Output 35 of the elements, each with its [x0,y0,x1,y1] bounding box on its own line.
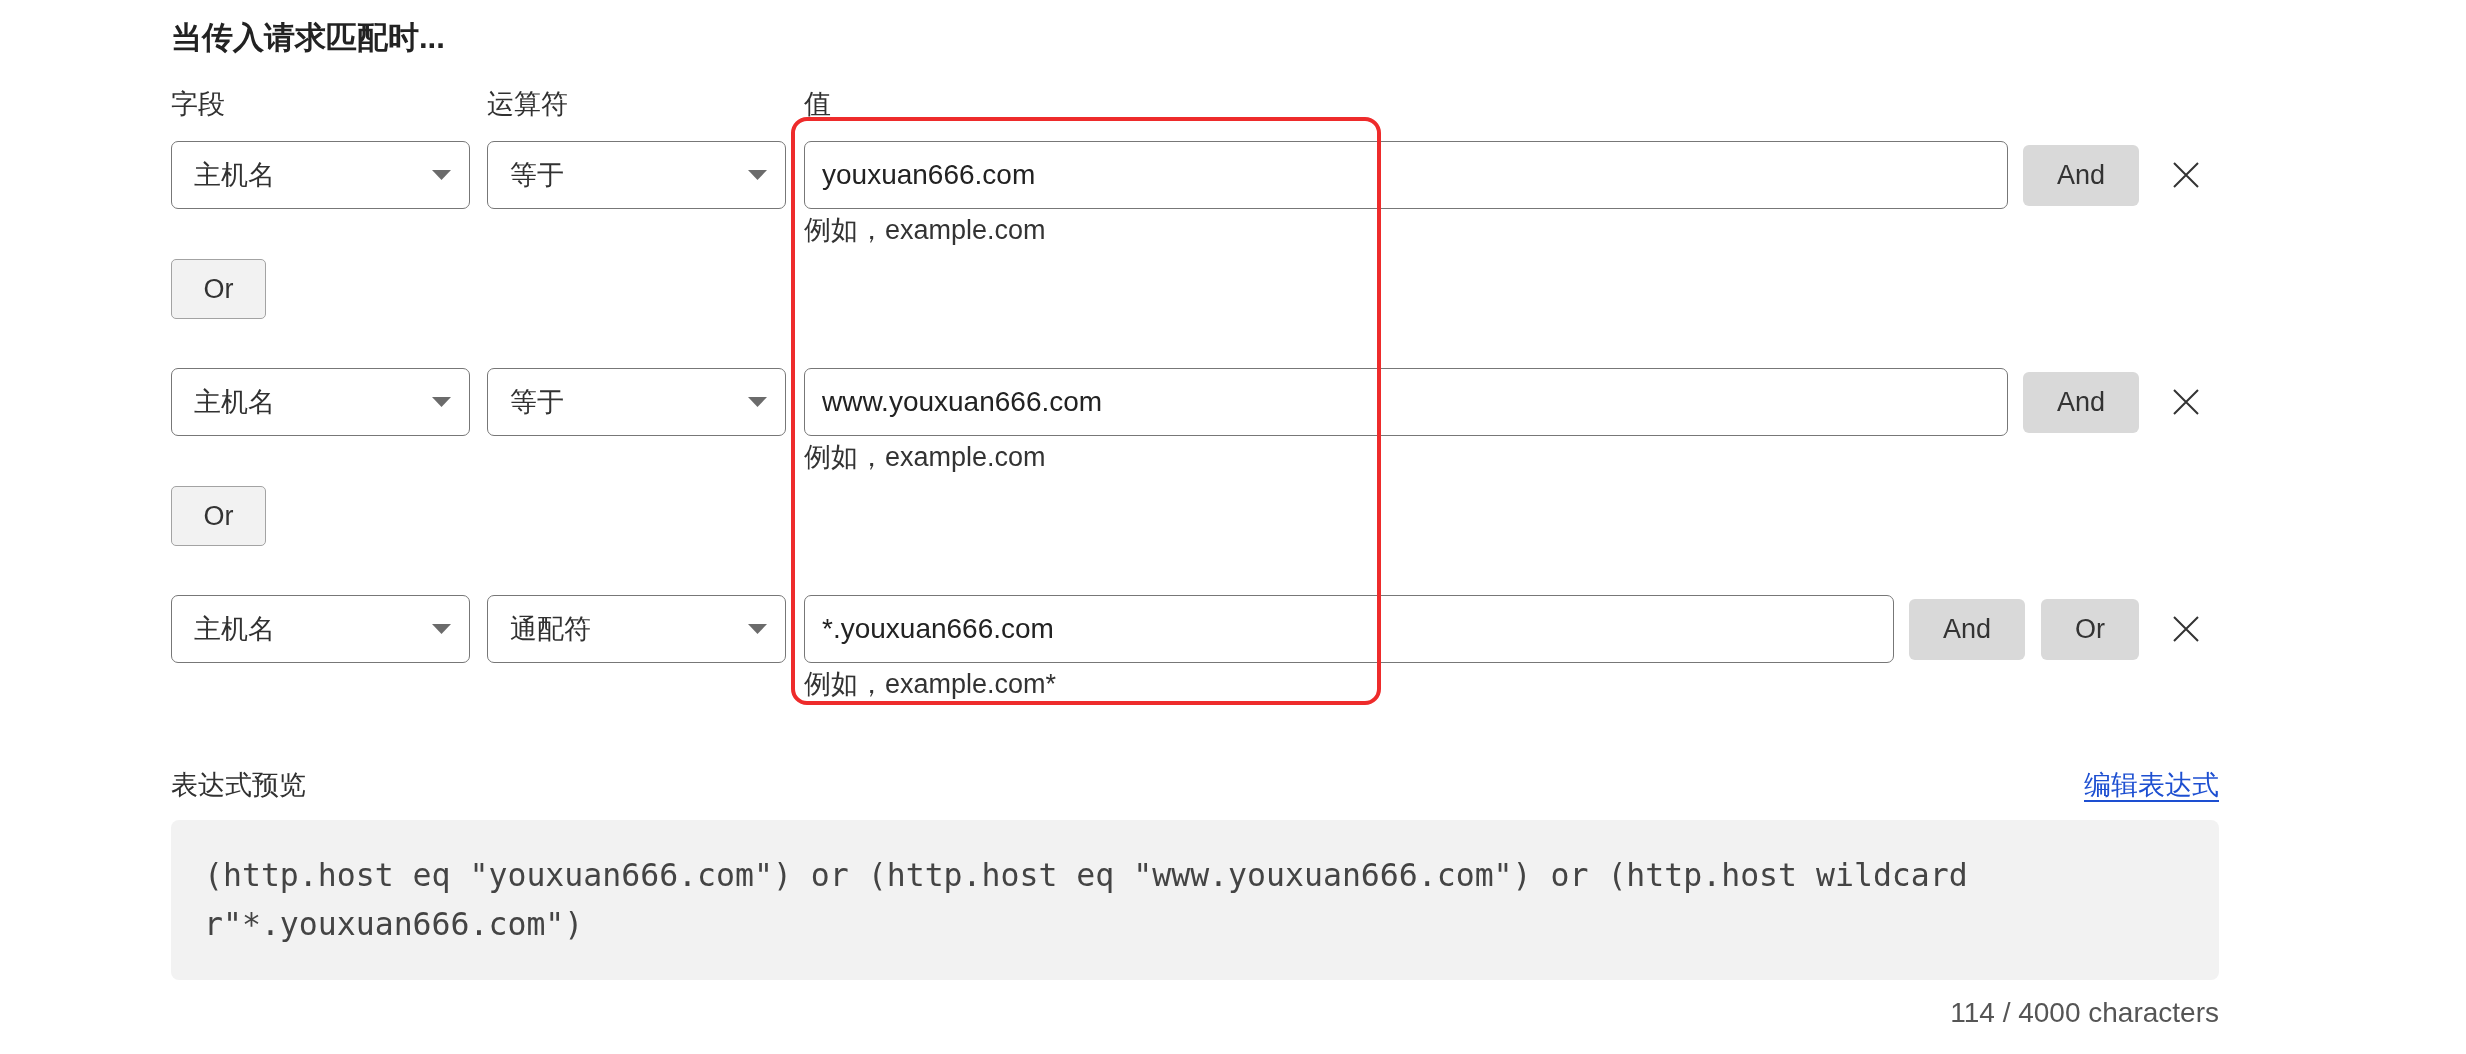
preview-label: 表达式预览 [171,769,306,801]
operator-select[interactable]: 通配符 [487,595,786,663]
column-label: 字段 [171,92,225,116]
field-select[interactable]: 主机名 [171,141,470,209]
caret-icon [748,624,767,634]
caret-icon [432,397,451,407]
column-label: 值 [804,92,831,116]
logic-button[interactable]: And [2022,371,2139,433]
or-button[interactable]: Or [171,259,266,319]
or-button[interactable]: Or [171,486,266,546]
logic-button[interactable]: And [2022,144,2139,206]
hint-text: 例如，example.com [804,214,1046,246]
edit-expression-link[interactable]: 编辑表达式 [2084,769,2219,801]
hint-text: 例如，example.com* [804,668,1057,700]
hint-text: 例如，example.com [804,441,1046,473]
operator-select[interactable]: 等于 [487,141,786,209]
value-input[interactable]: youxuan666.com [804,141,2008,209]
field-select[interactable]: 主机名 [171,368,470,436]
close-icon[interactable] [2173,389,2199,415]
expression-preview: (http.host eq "youxuan666.com") or (http.host eq "www.youxuan666.com") or (http.host wildcard r"*.youxuan666.com") [171,820,2219,980]
column-label: 运算符 [487,92,568,116]
logic-button[interactable]: Or [2041,598,2139,660]
character-count: 114 / 4000 characters [1950,997,2219,1029]
close-icon[interactable] [2173,162,2199,188]
caret-icon [748,170,767,180]
close-icon[interactable] [2173,616,2199,642]
value-input[interactable]: *.youxuan666.com [804,595,1894,663]
section-heading: 当传入请求匹配时... [171,20,446,56]
caret-icon [432,170,451,180]
field-select[interactable]: 主机名 [171,595,470,663]
caret-icon [432,624,451,634]
caret-icon [748,397,767,407]
operator-select[interactable]: 等于 [487,368,786,436]
value-input[interactable]: www.youxuan666.com [804,368,2008,436]
logic-button[interactable]: And [1908,598,2025,660]
